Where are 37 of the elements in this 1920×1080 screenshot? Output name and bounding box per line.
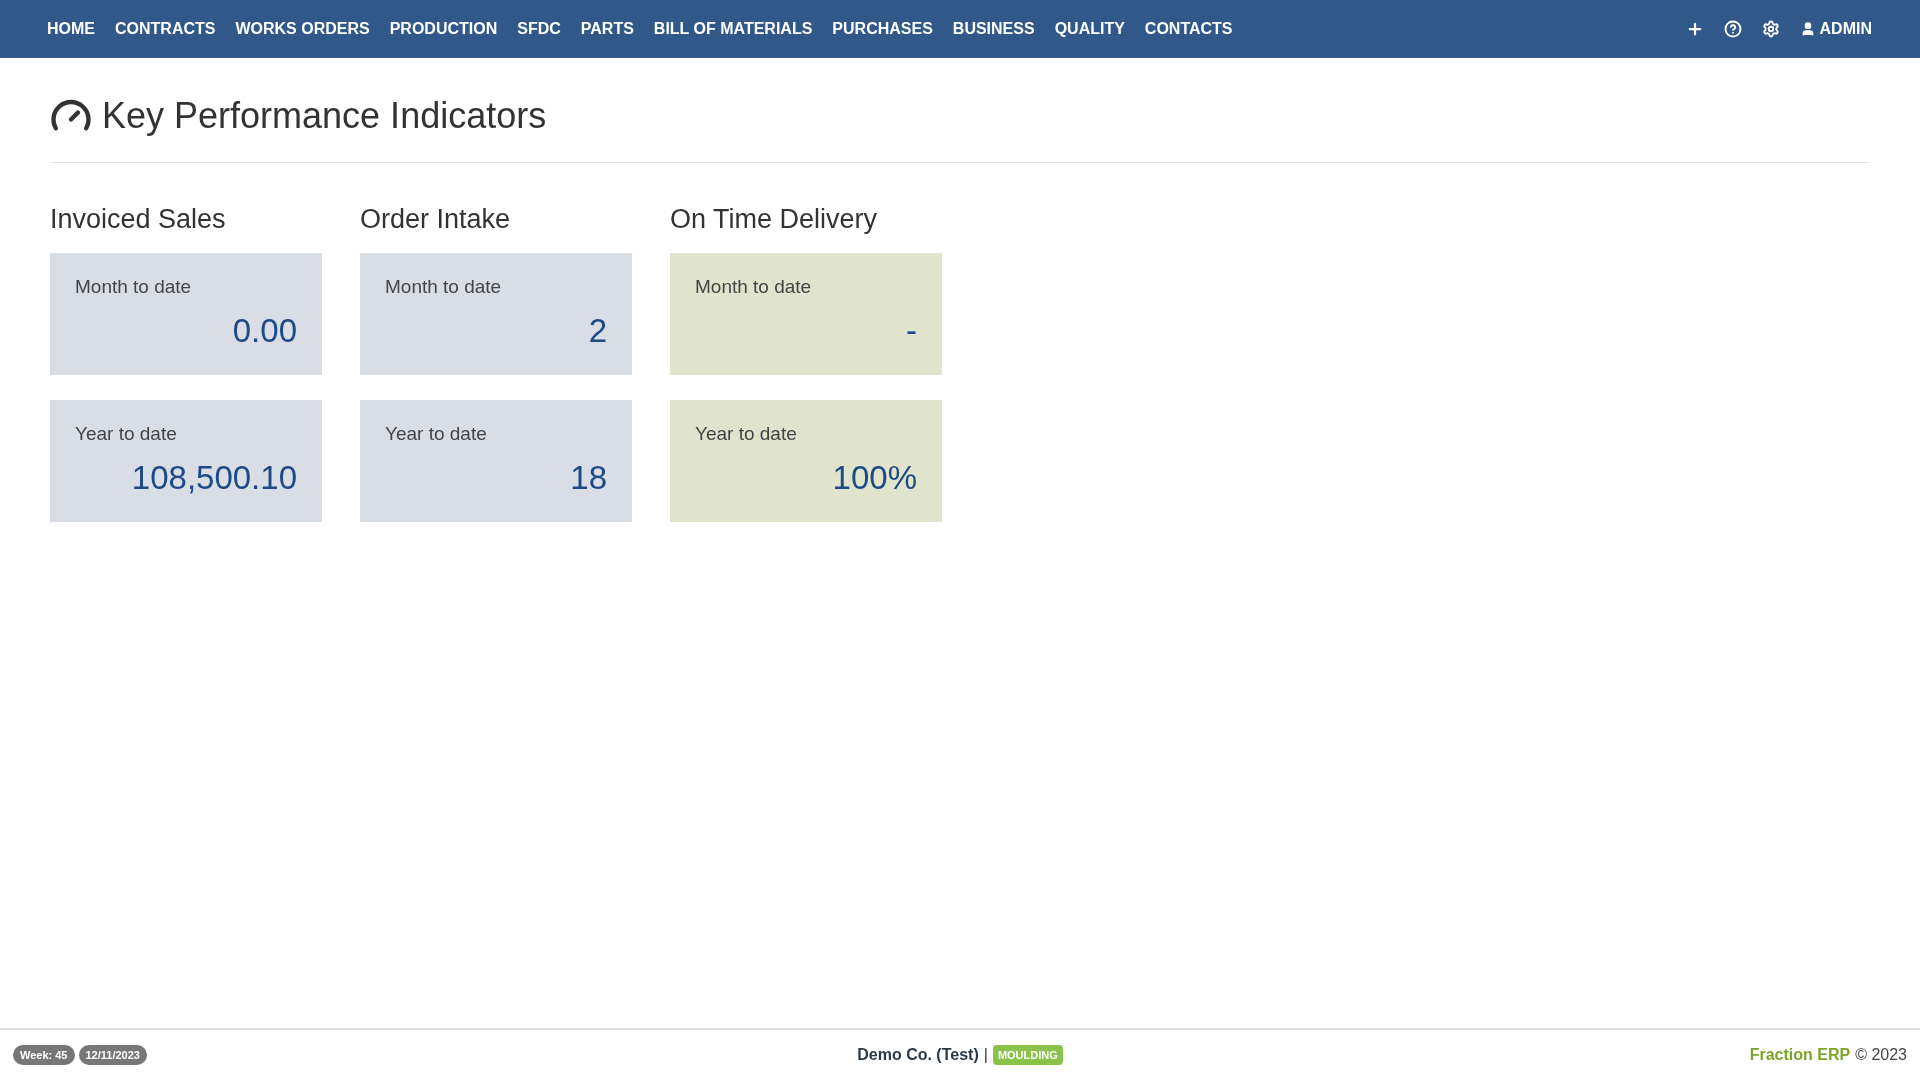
company-name: Demo Co. (Test) [857, 1045, 979, 1065]
kpi-label: Month to date [695, 275, 813, 299]
copyright-text: © 2023 [1855, 1045, 1907, 1065]
mode-badge: MOULDING [992, 1044, 1063, 1066]
kpi-label: Month to date [75, 275, 193, 299]
kpi-value: 2 [588, 310, 607, 351]
nav-link[interactable]: SFDC [517, 17, 561, 41]
nav-link[interactable]: BILL OF MATERIALS [653, 17, 813, 41]
kpi-value: 100% [832, 457, 917, 498]
kpi-label: Month to date [385, 275, 503, 299]
nav-link[interactable]: PARTS [580, 17, 634, 41]
nav-link[interactable]: CONTRACTS [115, 17, 216, 41]
section-heading: On Time Delivery [670, 203, 879, 236]
nav-link[interactable]: PURCHASES [832, 17, 933, 41]
date-badge: 12/11/2023 [78, 1044, 147, 1066]
kpi-value: 0.00 [232, 310, 297, 351]
brand-name: Fraction ERP [1749, 1045, 1851, 1065]
help-icon[interactable] [1723, 20, 1742, 38]
week-badge: Week: 45 [13, 1044, 75, 1066]
user-menu[interactable]: ADMIN [1799, 17, 1872, 41]
kpi-label: Year to date [695, 422, 798, 446]
nav-link[interactable]: PRODUCTION [389, 17, 498, 41]
nav-link[interactable]: QUALITY [1054, 17, 1125, 41]
settings-icon[interactable] [1761, 20, 1780, 38]
kpi-label: Year to date [385, 422, 488, 446]
kpi-value: 18 [570, 457, 607, 498]
separator-text: | [983, 1045, 988, 1065]
nav-link[interactable]: WORKS ORDERS [235, 17, 370, 41]
page-title: Key Performance Indicators [102, 94, 547, 138]
nav-link[interactable]: CONTACTS [1144, 17, 1233, 41]
kpi-value: 108,500.10 [131, 457, 297, 498]
section-heading: Invoiced Sales [50, 203, 227, 236]
nav-link[interactable]: BUSINESS [952, 17, 1035, 41]
kpi-label: Year to date [75, 422, 178, 446]
kpi-value: - [906, 310, 917, 351]
section-heading: Order Intake [360, 203, 512, 236]
nav-link[interactable]: HOME [47, 17, 95, 41]
